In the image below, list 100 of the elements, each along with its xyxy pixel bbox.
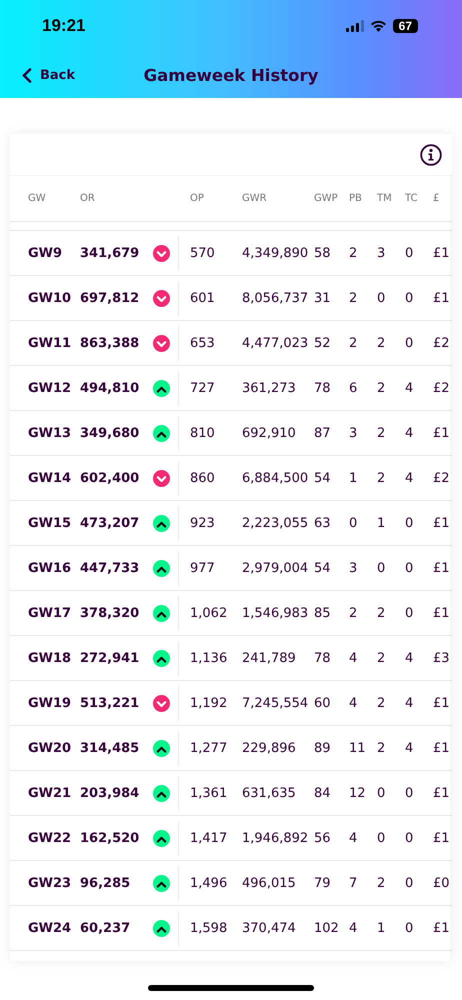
table-cell-text: 2	[377, 426, 386, 440]
table-cell-text: 2	[377, 876, 386, 890]
table-cell-text: GW18	[28, 650, 72, 666]
table-cell-text: 3	[349, 560, 358, 576]
table-cell-text: 923	[190, 516, 216, 530]
table-cell-text: 1,192	[190, 696, 228, 710]
table-cell: £2	[433, 336, 450, 350]
table-cell-text: 0	[405, 876, 414, 890]
table-cell-text: 860	[190, 470, 216, 486]
table-cell-text: 4	[349, 696, 358, 710]
table-cell-text: 378,320	[80, 606, 140, 620]
table-cell-text: GW16	[28, 560, 72, 576]
table-cell-text: GW24	[28, 920, 72, 936]
table-cell-text: 4	[405, 470, 414, 486]
table-cell-text: 60	[314, 696, 332, 710]
table-cell: £1	[433, 246, 450, 260]
table-cell-text: 602,400	[80, 470, 140, 486]
column-header: GW	[28, 193, 47, 204]
table-cell: £1	[433, 426, 450, 440]
table-cell-text: 54	[314, 470, 332, 486]
table-cell-text: 1,946,892	[242, 830, 310, 846]
table-cell-text: 4	[349, 830, 358, 846]
table-cell: £1	[433, 696, 450, 710]
page-title: Gameweek History	[144, 66, 318, 84]
table-cell-text: 7,245,554	[242, 696, 310, 710]
table-cell-text: 1	[349, 470, 358, 486]
table-cell-text: 977	[190, 560, 216, 576]
table-cell-text: 653	[190, 336, 216, 350]
table-cell-text: 241,789	[242, 650, 297, 666]
table-cell-text: 8,056,737	[242, 290, 310, 306]
back-button[interactable]: Back	[22, 68, 76, 82]
table-cell-text: GW20	[28, 740, 72, 756]
table-cell: £1	[433, 786, 450, 800]
table-cell-text: 6,884,500	[242, 470, 310, 486]
table-cell-text: 272,941	[80, 650, 140, 666]
table-cell-text: 4,349,890	[242, 246, 310, 260]
table-cell-text: GW19	[28, 696, 72, 710]
table-cell-text: 1,136	[190, 650, 228, 666]
column-header: GWP	[314, 193, 339, 204]
table-cell-text: 102	[314, 920, 340, 936]
table-cell-text: 0	[377, 830, 386, 846]
table-cell-text: GW12	[28, 380, 72, 396]
table-cell-text: 2	[377, 650, 386, 666]
table-cell-text: 0	[377, 786, 386, 800]
table-cell-text: 4	[405, 650, 414, 666]
table-cell-text: 4	[405, 426, 414, 440]
table-cell-text: 349,680	[80, 426, 140, 440]
table-cell-text: 1,277	[190, 740, 228, 756]
table-cell-text: 863,388	[80, 336, 140, 350]
table-cell-text: 203,984	[80, 786, 140, 800]
table-cell: £1	[433, 560, 450, 576]
column-header: TM	[377, 193, 393, 204]
column-header: GWR	[242, 193, 268, 204]
table-cell: £1	[433, 920, 450, 936]
table-cell-text: 1	[377, 920, 386, 936]
table-cell-text: 0	[405, 606, 414, 620]
table-cell-text: 2	[377, 696, 386, 710]
info-icon[interactable]	[420, 144, 442, 166]
table-cell-text: 79	[314, 876, 332, 890]
table-cell-text: 63	[314, 516, 332, 530]
table-cell-text: 494,810	[80, 380, 140, 396]
table-cell-text: 229,896	[242, 740, 297, 756]
table-cell-text: 0	[377, 560, 386, 576]
table-cell-text: 162,520	[80, 830, 140, 846]
table-cell-text: 0	[405, 560, 414, 576]
table-cell-text: 496,015	[242, 876, 297, 890]
table-cell-text: 473,207	[80, 516, 140, 530]
table-cell-text: 2	[377, 380, 386, 396]
table-cell-text: 2	[377, 606, 386, 620]
table-cell-text: GW21	[28, 786, 72, 800]
table-cell-text: 78	[314, 380, 332, 396]
column-header: OR	[80, 193, 96, 204]
table-cell-text: 697,812	[80, 290, 140, 306]
table-cell-text: 4,477,023	[242, 336, 310, 350]
table-cell-text: 0	[405, 336, 414, 350]
table-cell-text: 11	[349, 740, 367, 756]
table-cell-text: 87	[314, 426, 332, 440]
table-cell-text: 447,733	[80, 560, 140, 576]
table-cell-text: 2	[377, 336, 386, 350]
table-cell: £2	[433, 380, 450, 396]
table-cell: £2	[433, 470, 450, 486]
table-cell-text: 2	[349, 246, 358, 260]
table-cell-text: 4	[405, 696, 414, 710]
wifi-icon	[370, 20, 387, 32]
table-cell-text: 1,062	[190, 606, 228, 620]
column-header: OP	[190, 193, 205, 204]
table-cell-text: GW17	[28, 606, 72, 620]
table-cell-text: 1,546,983	[242, 606, 310, 620]
table-cell-text: 78	[314, 650, 332, 666]
table-cell-text: 0	[405, 786, 414, 800]
table-cell: £1	[433, 606, 450, 620]
table-cell-text: GW22	[28, 830, 72, 846]
table-cell-text: 6	[349, 380, 358, 396]
table-cell-text: 96,285	[80, 876, 132, 890]
table-cell-text: GW9	[28, 246, 64, 260]
table-cell: £1	[433, 830, 450, 846]
table-cell-text: 2	[377, 740, 386, 756]
table-cell-text: 7	[349, 876, 358, 890]
table-cell-text: GW11	[28, 336, 72, 350]
table-cell-text: 2	[377, 470, 386, 486]
